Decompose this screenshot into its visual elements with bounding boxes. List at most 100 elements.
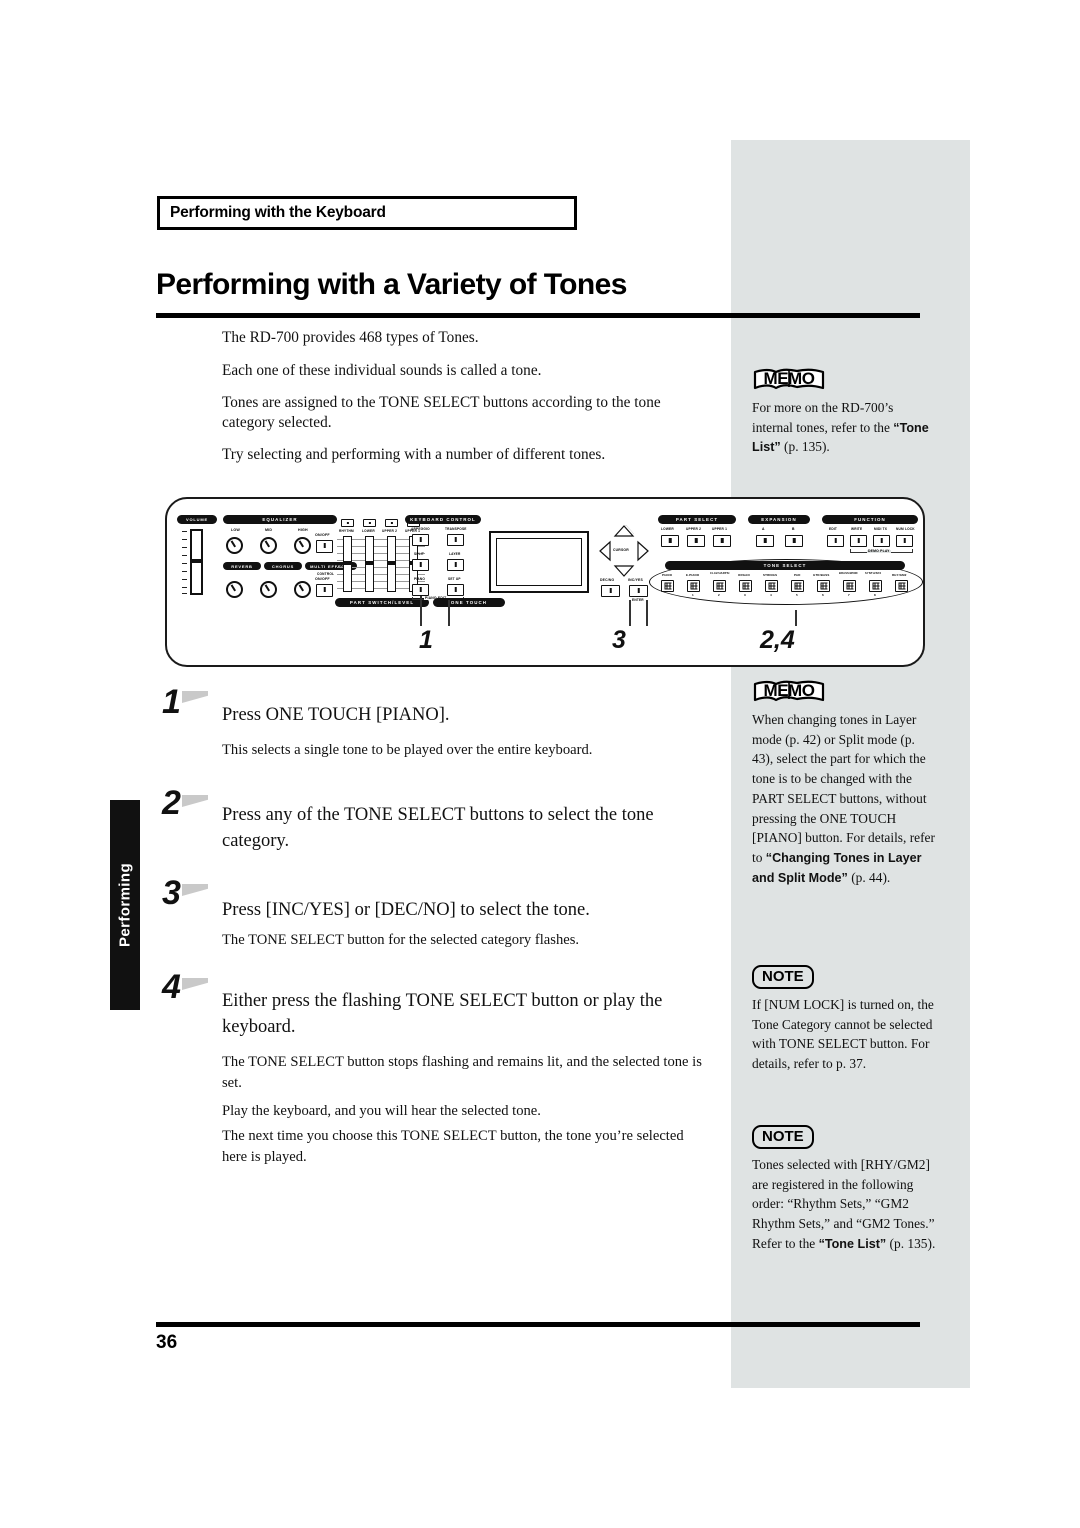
cursor-pad[interactable]: CURSOR xyxy=(599,525,649,577)
tone-label-clav-harpsi: CLAV/HARPSI xyxy=(710,572,730,575)
step-body-4-line-1: The TONE SELECT button stops flashing an… xyxy=(222,1054,702,1091)
tone-select-button-brass-wind[interactable] xyxy=(843,580,856,592)
part-select-upper1-label: UPPER 1 xyxy=(712,527,728,531)
callout-number-3: 3 xyxy=(612,626,626,654)
step-number-3: 3 xyxy=(162,874,181,912)
intro-paragraph-3: Tones are assigned to the TONE SELECT bu… xyxy=(222,394,661,431)
step-title-2: Press any of the TONE SELECT buttons to … xyxy=(222,805,654,851)
function-midi-tx-button[interactable] xyxy=(873,535,890,547)
set-up-label: SET UP xyxy=(448,577,461,581)
panel-section-function: FUNCTION xyxy=(822,515,918,524)
demo-play-label: DEMO PLAY xyxy=(867,549,891,554)
mfx-onoff-button[interactable] xyxy=(316,584,333,597)
tone-select-button-gtr-bass[interactable] xyxy=(817,580,830,592)
function-num-lock-button[interactable] xyxy=(896,535,913,547)
tone-number-synth-sfx: 8 xyxy=(874,593,876,597)
intro-paragraph-4: Try selecting and performing with a numb… xyxy=(222,446,606,464)
step-number-2: 2 xyxy=(162,784,181,822)
piano-edit-bracket-left xyxy=(412,597,413,600)
part-select-upper2-label: UPPER 2 xyxy=(686,527,702,531)
panel-section-reverb: REVERB xyxy=(223,562,261,570)
rhythm-fader[interactable] xyxy=(343,536,352,592)
panel-section-tone-select: TONE SELECT xyxy=(665,561,905,570)
step-number-4: 4 xyxy=(162,968,181,1006)
memo-icon-label: MEMO xyxy=(763,369,815,388)
part-lower-switch[interactable] xyxy=(363,519,376,527)
index-tab-performing: Performing xyxy=(110,800,140,1010)
tone-select-button-organ[interactable] xyxy=(739,580,752,592)
part-select-lower-button[interactable] xyxy=(661,535,679,547)
eq-onoff-button[interactable] xyxy=(316,540,333,553)
callout-leader-24 xyxy=(795,610,797,626)
part-rhythm-switch[interactable] xyxy=(341,519,354,527)
sidebar-memo-block-1: MEMO For more on the RD-700’s internal t… xyxy=(752,368,936,457)
tone-label-gtr-bass: GTR/BASS xyxy=(813,573,830,577)
demo-play-bracket-left xyxy=(850,549,851,553)
tone-select-button-rhy-gm2[interactable] xyxy=(895,580,908,592)
eq-high-knob[interactable] xyxy=(294,537,311,554)
tone-select-button-clav-harpsi[interactable] xyxy=(713,580,726,592)
step-title-3: Press [INC/YES] or [DEC/NO] to select th… xyxy=(222,900,590,920)
eq-low-knob[interactable] xyxy=(226,537,243,554)
arpeggio-button[interactable] xyxy=(412,534,429,546)
tone-select-button-synth-sfx[interactable] xyxy=(869,580,882,592)
note-icon: NOTE xyxy=(752,1125,814,1149)
dec-no-label: DEC/NO xyxy=(600,578,615,582)
panel-section-equalizer: EQUALIZER xyxy=(223,515,337,524)
part-upper2-switch[interactable] xyxy=(385,519,398,527)
index-tab-label: Performing xyxy=(116,862,134,948)
tone-select-button-pad[interactable] xyxy=(791,580,804,592)
function-midi-tx-label: MIDI TX xyxy=(874,527,888,531)
multi-effects-knob[interactable] xyxy=(294,581,311,598)
tone-label-pad: PAD xyxy=(794,573,801,577)
set-up-button[interactable] xyxy=(447,584,464,596)
panel-illustration: VOLUME EQUALIZER LOW MID HIGH ON/OFF REV… xyxy=(165,497,925,667)
callout-number-2-4: 2,4 xyxy=(760,626,795,654)
inc-yes-button[interactable] xyxy=(629,585,648,597)
page-number: 36 xyxy=(156,1332,178,1353)
step-flag-4 xyxy=(182,978,208,990)
sidebar-note-text-2: Tones selected with [RHY/GM2] are regist… xyxy=(752,1157,936,1251)
inc-yes-label: INC/YES xyxy=(628,578,643,582)
expansion-a-button[interactable] xyxy=(756,535,774,547)
upper2-fader[interactable] xyxy=(387,536,396,592)
reverb-knob[interactable] xyxy=(226,581,243,598)
tone-label-rhy-gm2: RHY/GM2 xyxy=(892,573,907,577)
sidebar-note-block-1: NOTE If [NUM LOCK] is turned on, the Ton… xyxy=(752,965,936,1074)
tone-label-organ: ORGAN xyxy=(738,573,750,577)
tone-number-gtr-bass: 6 xyxy=(822,593,824,597)
tone-select-button-strings[interactable] xyxy=(765,580,778,592)
volume-slider[interactable] xyxy=(190,529,203,595)
eq-high-label: HIGH xyxy=(298,528,308,532)
tone-number-pad: 5 xyxy=(796,593,798,597)
split-button[interactable] xyxy=(412,559,429,571)
transpose-button[interactable] xyxy=(447,534,464,546)
part-select-upper1-button[interactable] xyxy=(713,535,731,547)
expansion-b-button[interactable] xyxy=(785,535,803,547)
step-number-1: 1 xyxy=(162,683,181,721)
lower-fader[interactable] xyxy=(365,536,374,592)
one-touch-piano-button[interactable] xyxy=(412,584,429,596)
panel-section-keyboard-control: KEYBOARD CONTROL xyxy=(405,515,481,524)
function-edit-button[interactable] xyxy=(827,535,844,547)
layer-button[interactable] xyxy=(447,559,464,571)
sidebar-note-block-2: NOTE Tones selected with [RHY/GM2] are r… xyxy=(752,1125,936,1254)
manual-page: Performing Performing with the Keyboard … xyxy=(0,0,1080,1528)
title-rule xyxy=(156,313,920,318)
dec-no-button[interactable] xyxy=(601,585,620,597)
tone-select-button-piano[interactable] xyxy=(661,580,674,592)
chorus-knob[interactable] xyxy=(260,581,277,598)
tone-number-epiano: 1 xyxy=(692,593,694,597)
part-select-upper2-button[interactable] xyxy=(687,535,705,547)
step-body-4-line-2: Play the keyboard, and you will hear the… xyxy=(222,1103,541,1119)
tone-select-button-epiano[interactable] xyxy=(687,580,700,592)
tone-number-organ: 3 xyxy=(744,593,746,597)
function-write-button[interactable] xyxy=(850,535,867,547)
layer-label: LAYER xyxy=(449,552,461,556)
expansion-b-label: B xyxy=(792,527,795,531)
memo-icon: MEMO xyxy=(752,680,826,706)
step-body-3-line-1: The TONE SELECT button for the selected … xyxy=(222,932,580,948)
memo-icon-label: MEMO xyxy=(763,681,815,700)
part-upper2-label: UPPER 2 xyxy=(382,529,398,533)
eq-mid-knob[interactable] xyxy=(260,537,277,554)
